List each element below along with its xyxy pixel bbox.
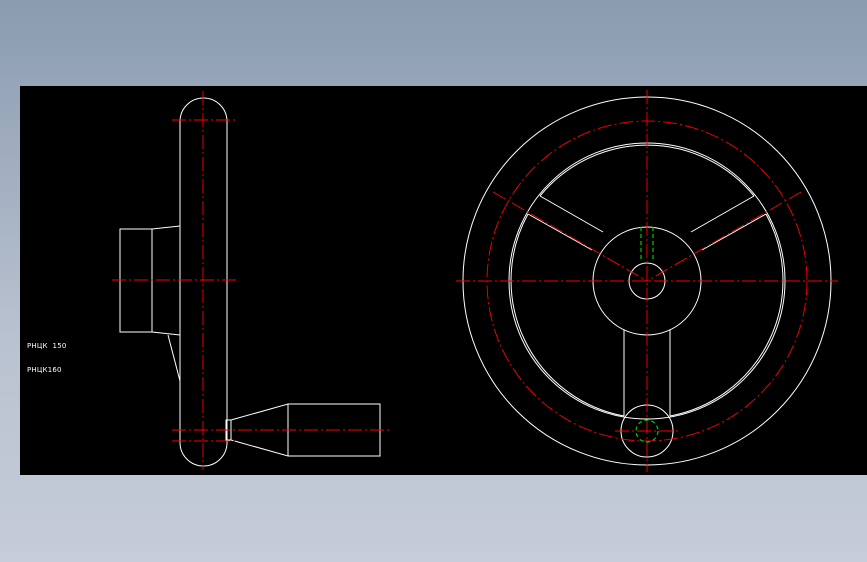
side-centerlines — [112, 91, 390, 470]
side-rim — [179, 97, 228, 467]
side-hub-flare-bottom — [151, 331, 181, 336]
part-label-b: РНЦК160 — [27, 366, 62, 374]
front-centerlines — [456, 90, 838, 472]
cad-viewport[interactable]: РНЦК 150 РНЦК160 — [20, 86, 867, 475]
side-hub — [119, 228, 153, 333]
part-label-a: РНЦК 150 — [27, 342, 67, 350]
front-spoke-upper-right-b — [701, 213, 767, 251]
front-spoke-upper-left-b — [527, 213, 593, 251]
side-hub-flare-top — [151, 225, 181, 230]
handwheel-drawing — [112, 90, 838, 472]
side-spoke-edge — [167, 334, 181, 382]
side-view — [119, 97, 381, 467]
